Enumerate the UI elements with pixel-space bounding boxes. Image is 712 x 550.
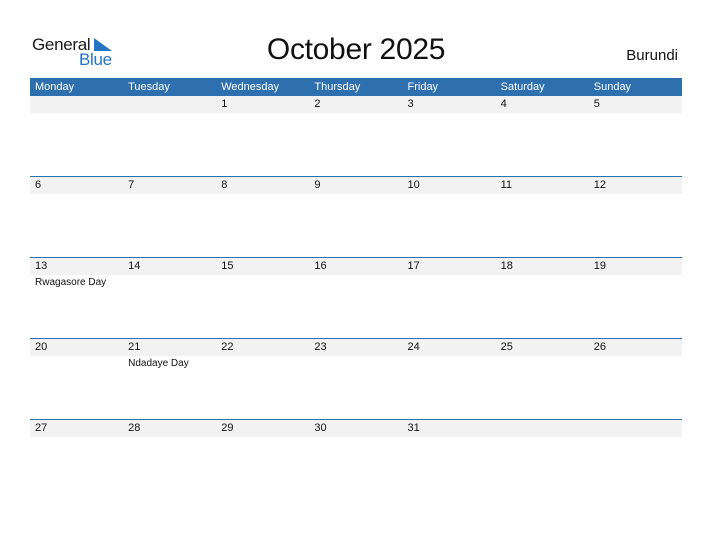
day-cell: 10 [403, 177, 496, 258]
week-row: 13 Rwagasore Day 14 15 16 17 18 19 [30, 257, 682, 339]
weekday-tuesday: Tuesday [128, 81, 170, 93]
day-cell: 20 [30, 339, 123, 420]
day-number: 7 [128, 179, 135, 191]
day-cell: 7 [123, 177, 216, 258]
day-number: 8 [221, 179, 228, 191]
weekday-friday: Friday [407, 81, 439, 93]
day-number: 5 [593, 98, 600, 110]
day-cell: 8 [216, 177, 309, 258]
day-cell: 27 [30, 420, 123, 501]
day-number: 25 [500, 341, 513, 353]
day-cell: 6 [30, 177, 123, 258]
week-row: 27 28 29 30 31 [30, 419, 682, 501]
day-number: 2 [314, 98, 321, 110]
day-cell: 2 [309, 96, 402, 177]
day-cell: 1 [216, 96, 309, 177]
day-number: 10 [407, 179, 420, 191]
day-number: 30 [314, 422, 327, 434]
week-row: 6 7 8 9 10 11 12 [30, 176, 682, 258]
day-number: 28 [128, 422, 141, 434]
day-number: 3 [407, 98, 414, 110]
day-cell: 28 [123, 420, 216, 501]
day-cell: 13 Rwagasore Day [30, 258, 123, 339]
day-cell: 21 Ndadaye Day [123, 339, 216, 420]
day-cell: 11 [496, 177, 589, 258]
day-number: 27 [35, 422, 48, 434]
day-cell: 16 [309, 258, 402, 339]
day-cell: 23 [309, 339, 402, 420]
week-row: 20 21 Ndadaye Day 22 23 24 25 26 [30, 338, 682, 420]
day-number: 12 [593, 179, 606, 191]
day-cell: 31 [403, 420, 496, 501]
day-cell: 5 [589, 96, 682, 177]
weekday-header: Monday Tuesday Wednesday Thursday Friday… [30, 78, 682, 96]
week-cells: 27 28 29 30 31 [30, 420, 682, 501]
country-label: Burundi [626, 47, 678, 64]
day-cell: 9 [309, 177, 402, 258]
day-cell: 25 [496, 339, 589, 420]
day-cell: 3 [403, 96, 496, 177]
day-cell: 29 [216, 420, 309, 501]
weekday-wednesday: Wednesday [221, 81, 280, 93]
calendar-title: October 2025 [266, 33, 446, 66]
day-number: 19 [593, 260, 606, 272]
day-cell: 19 [589, 258, 682, 339]
day-cell [589, 420, 682, 501]
day-number: 22 [221, 341, 234, 353]
holiday-label: Rwagasore Day [35, 277, 107, 288]
holiday-label: Ndadaye Day [128, 358, 189, 369]
day-cell: 26 [589, 339, 682, 420]
day-number: 15 [221, 260, 234, 272]
weekday-thursday: Thursday [314, 81, 361, 93]
day-number: 20 [35, 341, 48, 353]
day-number: 17 [407, 260, 420, 272]
day-cell: 4 [496, 96, 589, 177]
day-cell: 24 [403, 339, 496, 420]
day-cell: 12 [589, 177, 682, 258]
week-row: 1 2 3 4 5 [30, 96, 682, 177]
day-cell: 22 [216, 339, 309, 420]
day-cell: 18 [496, 258, 589, 339]
day-cell [123, 96, 216, 177]
day-cell: 14 [123, 258, 216, 339]
day-number: 13 [35, 260, 48, 272]
day-cell: 17 [403, 258, 496, 339]
weekday-sunday: Sunday [593, 81, 632, 93]
week-cells: 6 7 8 9 10 11 12 [30, 177, 682, 258]
day-number: 9 [314, 179, 321, 191]
week-cells: 20 21 Ndadaye Day 22 23 24 25 26 [30, 339, 682, 420]
day-number: 16 [314, 260, 327, 272]
day-number: 6 [35, 179, 42, 191]
day-cell [30, 96, 123, 177]
day-number: 26 [593, 341, 606, 353]
day-number: 31 [407, 422, 420, 434]
day-number: 18 [500, 260, 513, 272]
day-number: 11 [500, 179, 513, 191]
day-number: 4 [500, 98, 507, 110]
weekday-saturday: Saturday [500, 81, 545, 93]
week-cells: 13 Rwagasore Day 14 15 16 17 18 19 [30, 258, 682, 339]
week-cells: 1 2 3 4 5 [30, 96, 682, 177]
day-cell: 15 [216, 258, 309, 339]
day-number: 21 [128, 341, 141, 353]
day-cell [496, 420, 589, 501]
day-number: 1 [221, 98, 228, 110]
day-cell: 30 [309, 420, 402, 501]
day-number: 29 [221, 422, 234, 434]
day-number: 14 [128, 260, 141, 272]
day-number: 24 [407, 341, 420, 353]
day-number: 23 [314, 341, 327, 353]
weekday-monday: Monday [35, 81, 75, 93]
